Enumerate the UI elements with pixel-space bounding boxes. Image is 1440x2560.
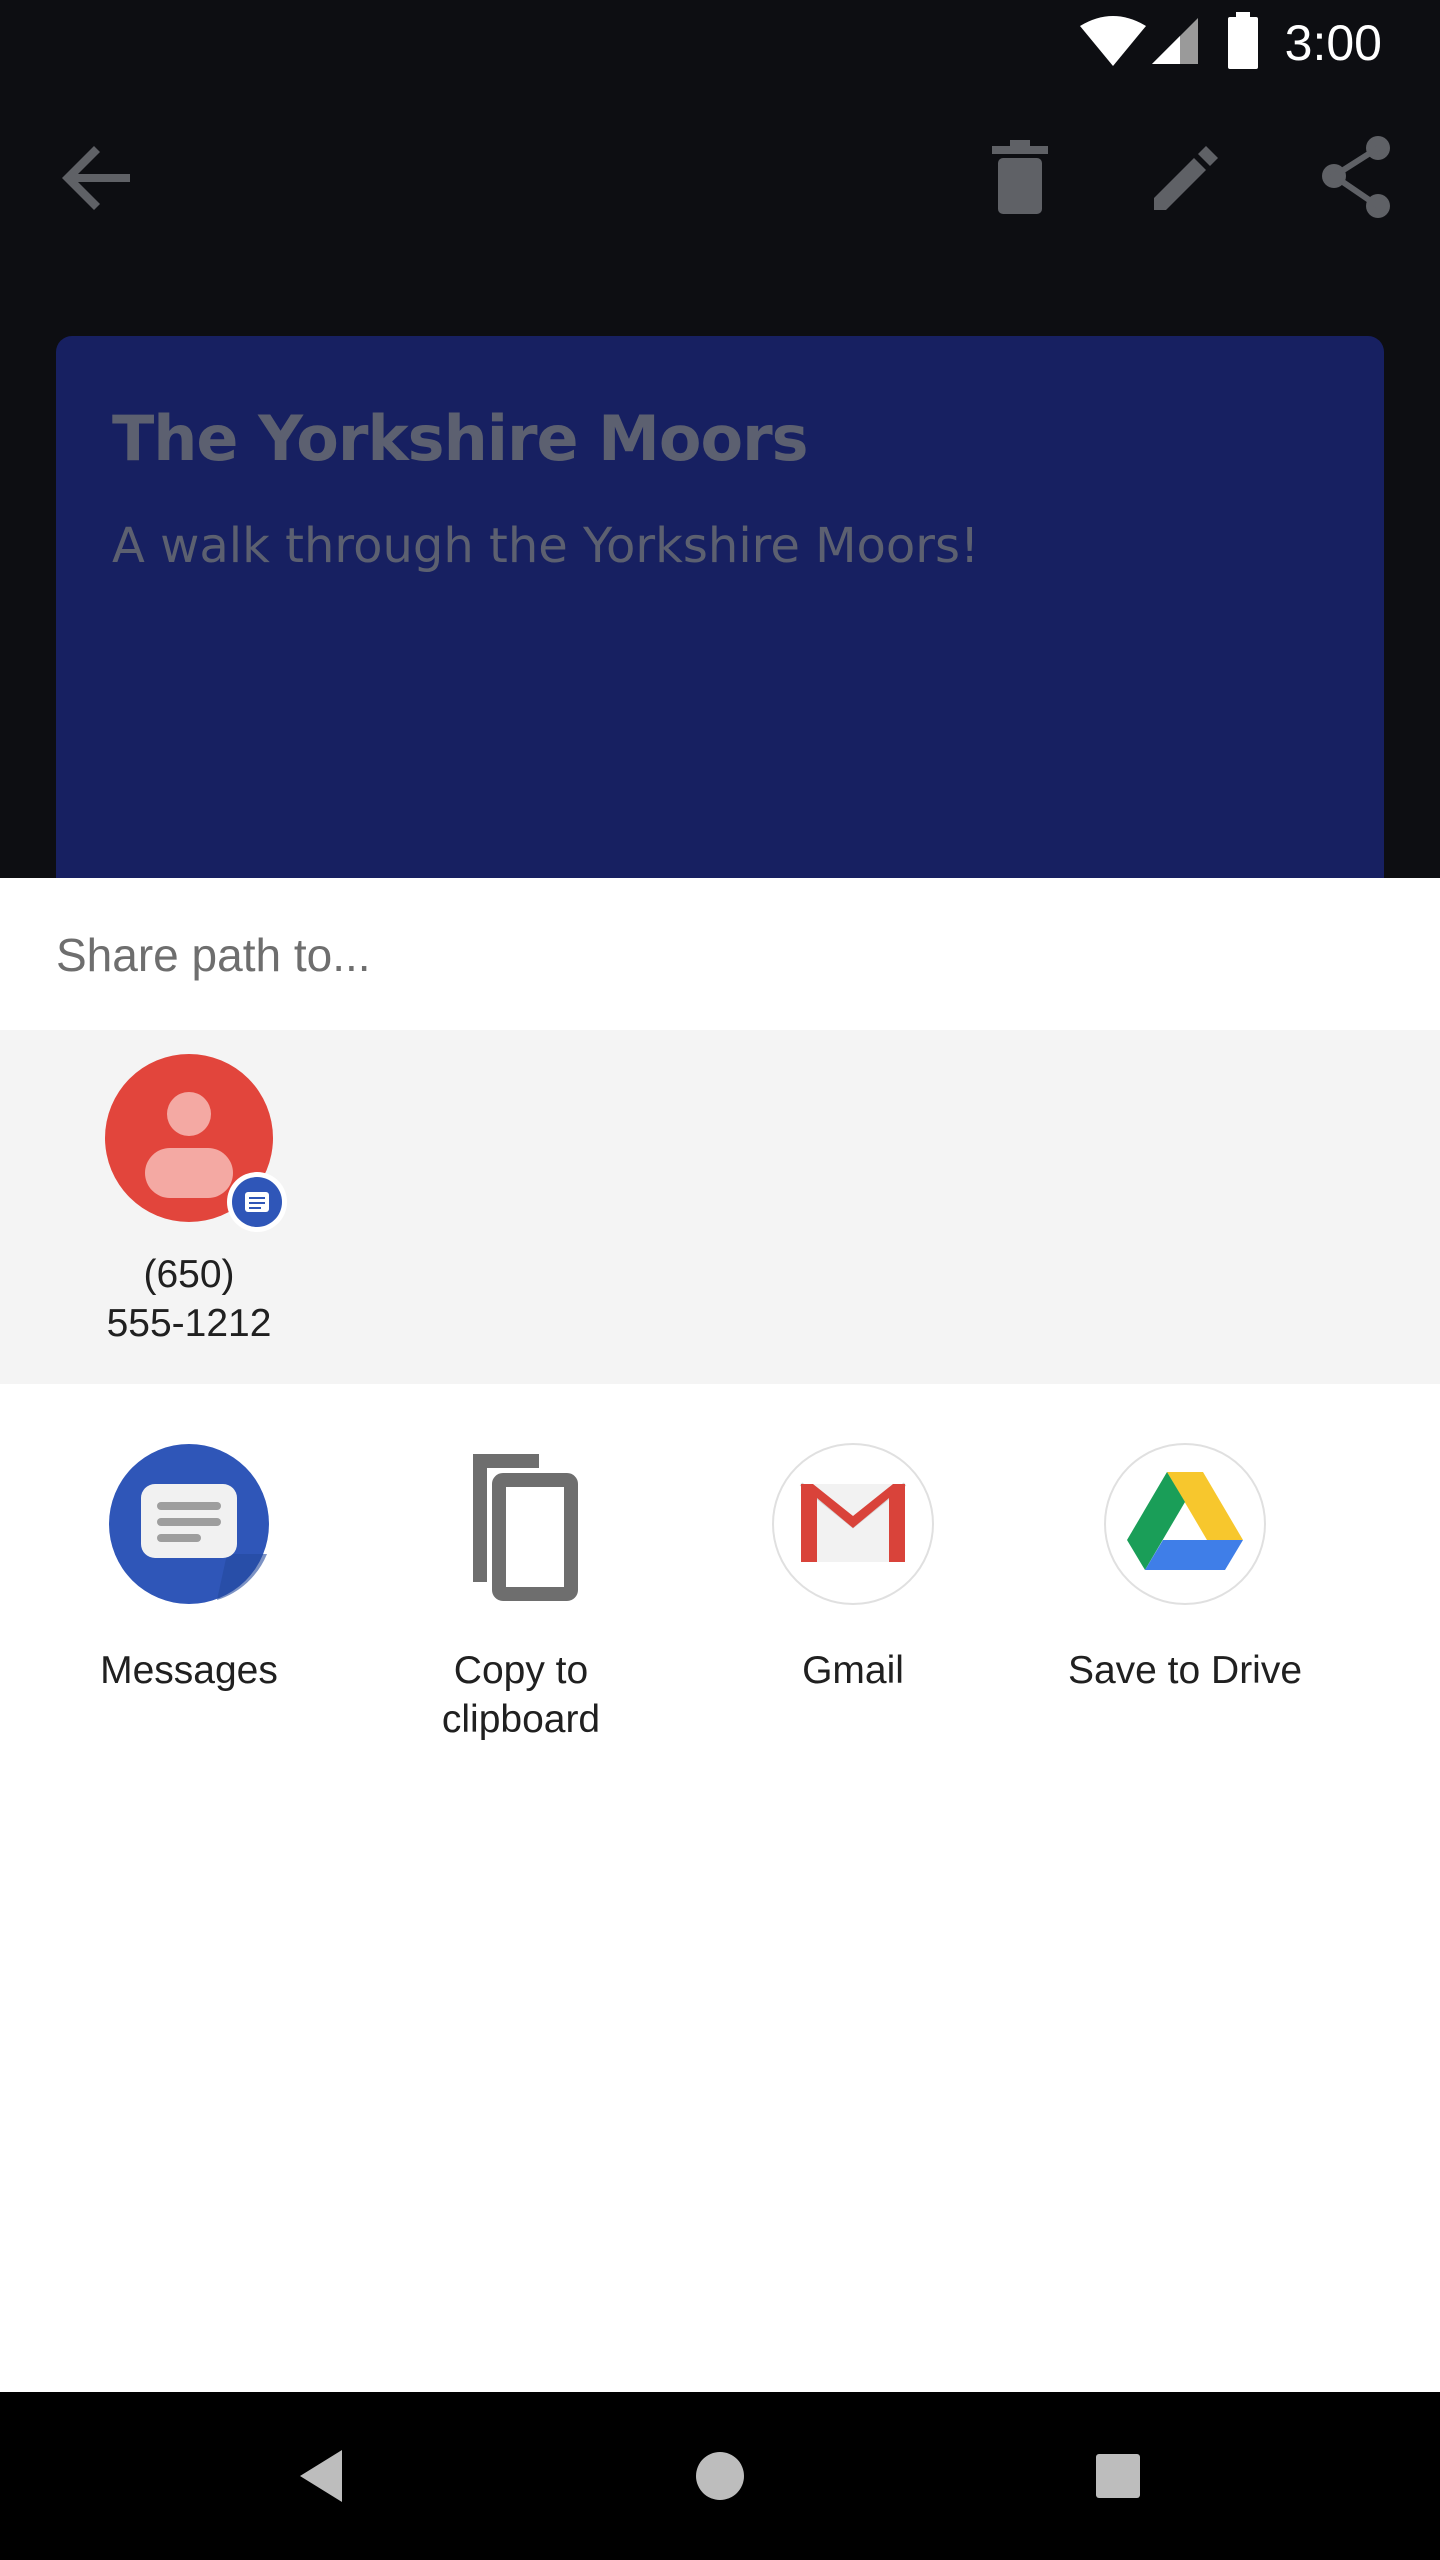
system-nav-bar bbox=[0, 2392, 1440, 2560]
edit-icon bbox=[1154, 146, 1218, 210]
messages-app-icon bbox=[107, 1442, 271, 1606]
app-label-messages: Messages bbox=[100, 1649, 278, 1692]
note-description: A walk through the Yorkshire Moors! bbox=[112, 518, 980, 574]
direct-share-contact[interactable]: (650) 555-1212 bbox=[24, 1054, 354, 1348]
contact-avatar-icon bbox=[105, 1054, 287, 1232]
back-button[interactable] bbox=[38, 118, 158, 238]
share-target-gmail[interactable]: Gmail bbox=[688, 1442, 1018, 1695]
nav-back-button[interactable] bbox=[272, 2426, 372, 2526]
contact-label: (650) 555-1212 bbox=[24, 1250, 354, 1348]
contact-number: (650) 555-1212 bbox=[106, 1253, 272, 1345]
messages-badge-icon bbox=[227, 1172, 287, 1232]
back-arrow-icon bbox=[62, 146, 130, 210]
share-icon bbox=[1322, 136, 1390, 218]
direct-share-row: (650) 555-1212 bbox=[0, 1030, 1440, 1384]
share-sheet-title: Share path to... bbox=[56, 929, 371, 981]
nav-recents-button[interactable] bbox=[1068, 2426, 1168, 2526]
delete-button[interactable] bbox=[960, 118, 1080, 238]
google-drive-icon bbox=[1103, 1442, 1267, 1606]
nav-recents-icon bbox=[1096, 2454, 1140, 2498]
share-apps-row: Messages Copy to clipboard Gmail Save to… bbox=[0, 1442, 1440, 1762]
share-target-drive[interactable]: Save to Drive bbox=[1020, 1442, 1350, 1695]
app-toolbar bbox=[0, 84, 1440, 280]
note-card: The Yorkshire Moors A walk through the Y… bbox=[56, 336, 1384, 880]
gmail-icon bbox=[771, 1442, 935, 1606]
wifi-icon bbox=[1080, 16, 1146, 66]
cell-signal-icon bbox=[1152, 18, 1198, 64]
nav-home-button[interactable] bbox=[670, 2426, 770, 2526]
nav-back-icon bbox=[300, 2450, 342, 2502]
app-label-copy: Copy to clipboard bbox=[441, 1649, 601, 1741]
nav-home-icon bbox=[696, 2452, 744, 2500]
status-bar: 3:00 bbox=[0, 0, 1440, 84]
share-button[interactable] bbox=[1296, 118, 1416, 238]
battery-icon bbox=[1228, 12, 1258, 69]
app-label-drive: Save to Drive bbox=[1067, 1649, 1303, 1692]
edit-button[interactable] bbox=[1126, 118, 1246, 238]
status-time: 3:00 bbox=[1284, 15, 1382, 71]
share-sheet: Share path to... (650) 555-1212 Messages… bbox=[0, 878, 1440, 2392]
share-target-messages[interactable]: Messages bbox=[24, 1442, 354, 1695]
delete-icon bbox=[992, 140, 1048, 214]
note-title: The Yorkshire Moors bbox=[112, 402, 809, 475]
app-label-gmail: Gmail bbox=[802, 1649, 904, 1692]
share-target-copy[interactable]: Copy to clipboard bbox=[356, 1442, 686, 1744]
copy-icon bbox=[439, 1442, 603, 1606]
background-app: 3:00 The Yorkshire Moors A walk through … bbox=[0, 0, 1440, 880]
